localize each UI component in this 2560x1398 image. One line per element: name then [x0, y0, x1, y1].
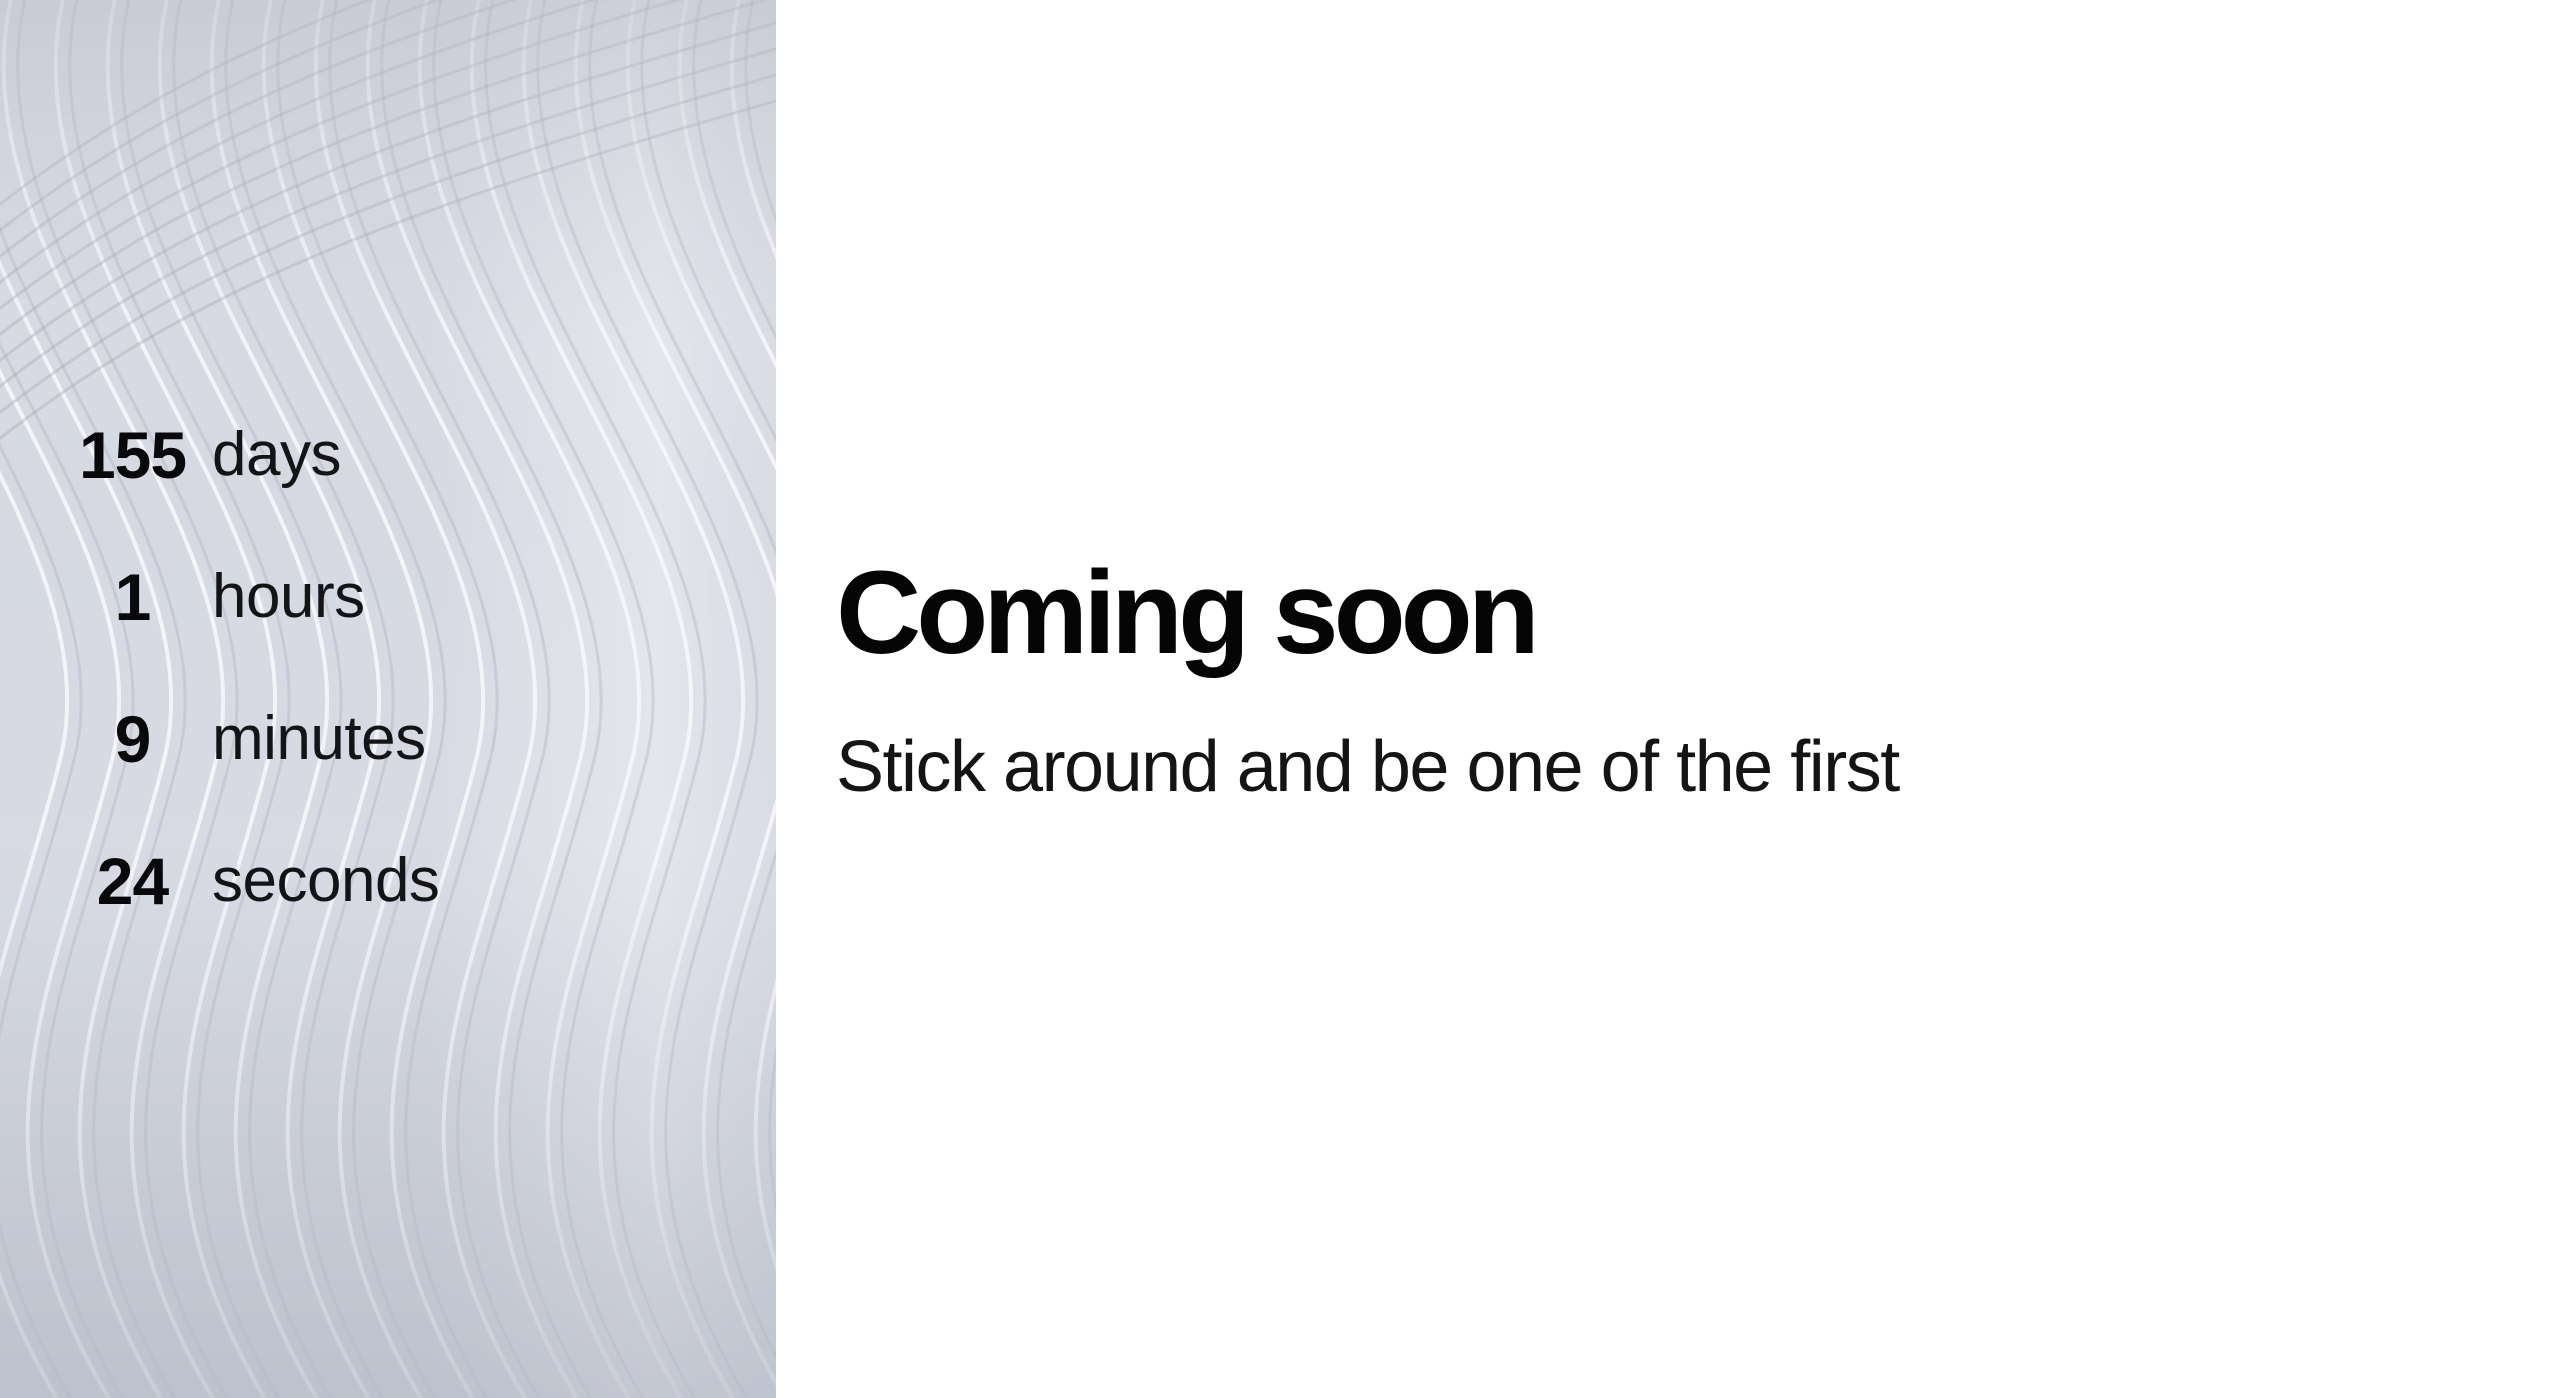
content-panel: Coming soon Stick around and be one of t…	[776, 0, 2560, 1398]
days-value: 155	[78, 418, 187, 492]
hours-label: hours	[212, 562, 365, 631]
hours-value: 1	[114, 560, 152, 634]
days-label: days	[212, 420, 341, 489]
seconds-value: 24	[96, 844, 169, 918]
minutes-value: 9	[114, 702, 152, 776]
countdown-minutes: 9 minutes	[0, 694, 600, 784]
countdown-days: 155 days	[0, 410, 600, 500]
countdown-seconds: 24 seconds	[0, 836, 600, 926]
countdown-hours: 1 hours	[0, 552, 600, 642]
background-image-panel: 155 days 1 hours 9 minutes 24 seconds	[0, 0, 776, 1398]
page-subtitle: Stick around and be one of the first	[836, 727, 1900, 807]
coming-soon-page: 155 days 1 hours 9 minutes 24 seconds Co…	[0, 0, 2560, 1398]
page-title: Coming soon	[836, 547, 1540, 679]
seconds-label: seconds	[212, 846, 440, 915]
minutes-label: minutes	[212, 704, 426, 773]
